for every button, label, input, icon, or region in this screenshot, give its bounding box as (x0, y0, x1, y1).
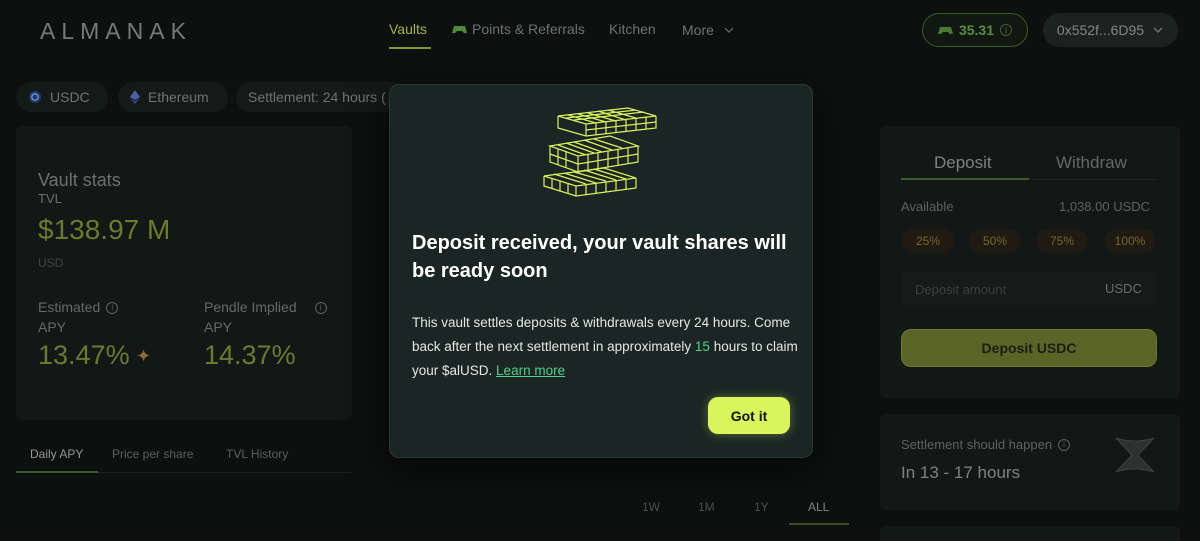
nav-vaults[interactable]: Vaults (389, 21, 427, 37)
sparkle-icon: ✦ (136, 346, 152, 366)
estimated-apy-value: 13.47% (38, 340, 130, 370)
points-value: 35.31 (958, 22, 995, 38)
settlement-info-text: Settlement should happen (901, 437, 1053, 452)
nav-points-referrals[interactable]: Points & Referrals (452, 21, 585, 37)
estimated-label-line1: Estimated (38, 299, 101, 315)
tab-withdraw[interactable]: Withdraw (1056, 153, 1127, 173)
top-navigation: ALMANAK Vaults Points & Referrals Kitche… (0, 0, 1200, 62)
lower-card (880, 526, 1180, 541)
pendle-apy-value: 14.37% (204, 340, 296, 370)
info-icon[interactable]: i (1058, 438, 1071, 451)
info-icon[interactable]: i (106, 302, 119, 314)
gamepad-icon (452, 26, 467, 33)
modal-title: Deposit received, your vault shares will… (412, 232, 787, 282)
nav-points-label: Points & Referrals (472, 21, 585, 37)
network-label: Ethereum (148, 89, 209, 105)
range-1y[interactable]: 1Y (754, 500, 769, 514)
settlement-label: Settlement: 24 hours ( (248, 89, 386, 105)
tvl-unit: USD (38, 256, 64, 270)
info-icon[interactable]: i (314, 302, 327, 314)
vault-stats-title: Vault stats (38, 170, 121, 190)
nav-more[interactable]: More (682, 22, 735, 38)
available-label: Available (901, 199, 954, 214)
nav-kitchen[interactable]: Kitchen (609, 21, 656, 37)
ethereum-icon (130, 90, 140, 104)
info-icon: i (1000, 24, 1013, 36)
points-balance-button[interactable]: 35.31 i (922, 13, 1028, 47)
pendle-label-line2: APY (204, 319, 233, 335)
range-1m[interactable]: 1M (698, 500, 715, 514)
modal-body: This vault settles deposits & withdrawal… (412, 311, 804, 383)
usdc-icon (29, 91, 41, 103)
chevron-down-icon (1153, 27, 1163, 33)
gamepad-icon (937, 27, 953, 34)
available-value: 1,038.00 USDC (1059, 199, 1151, 214)
pendle-label-line1: Pendle Implied (204, 299, 297, 315)
wallet-address: 0x552f...6D95 (1056, 22, 1145, 38)
settlement-chip[interactable]: Settlement: 24 hours ( (236, 82, 406, 112)
almanak-logo[interactable]: ALMANAK (40, 18, 192, 45)
got-it-button[interactable]: Got it (708, 397, 790, 434)
network-chip[interactable]: Ethereum (118, 82, 228, 112)
estimated-label-line2: APY (38, 319, 67, 335)
deposit-amount-unit: USDC (1105, 281, 1142, 296)
tvl-value: $138.97 M (38, 214, 171, 245)
tab-deposit[interactable]: Deposit (934, 153, 992, 173)
range-active-underline (789, 523, 849, 525)
percent-100-button[interactable]: 100% (1104, 229, 1156, 253)
tvl-label: TVL (38, 191, 62, 206)
range-1w[interactable]: 1W (642, 500, 660, 514)
percent-50-button[interactable]: 50% (969, 229, 1021, 253)
tab-price-per-share[interactable]: Price per share (112, 447, 193, 461)
learn-more-link[interactable]: Learn more (496, 363, 565, 378)
tab-active-underline (16, 471, 98, 473)
nav-kitchen-label: Kitchen (609, 21, 656, 37)
percent-25-button[interactable]: 25% (902, 229, 954, 253)
stacked-blocks-illustration (543, 107, 657, 197)
wallet-button[interactable]: 0x552f...6D95 (1043, 13, 1178, 47)
deposit-amount-placeholder: Deposit amount (915, 282, 1007, 297)
estimated-apy-label: Estimated i APY (38, 297, 119, 337)
chevron-down-icon (724, 27, 734, 33)
settlement-time: In 13 - 17 hours (901, 463, 1021, 482)
pendle-apy-label: Pendle Implied i APY (204, 297, 327, 337)
deposit-usdc-button[interactable]: Deposit USDC (901, 329, 1157, 367)
nav-vaults-label: Vaults (389, 21, 427, 37)
asset-chip[interactable]: USDC (16, 82, 108, 112)
range-all[interactable]: ALL (808, 500, 829, 514)
hourglass-icon (1115, 437, 1155, 473)
percent-75-button[interactable]: 75% (1036, 229, 1088, 253)
modal-hours-highlight: 15 (694, 339, 710, 354)
asset-label: USDC (50, 89, 90, 105)
tab-daily-apy[interactable]: Daily APY (30, 447, 83, 461)
nav-more-label: More (682, 22, 714, 38)
deposit-tab-underline (901, 178, 1029, 180)
settlement-info-label: Settlement should happen i (901, 437, 1071, 452)
tab-tvl-history[interactable]: TVL History (226, 447, 288, 461)
nav-active-underline (389, 47, 431, 49)
